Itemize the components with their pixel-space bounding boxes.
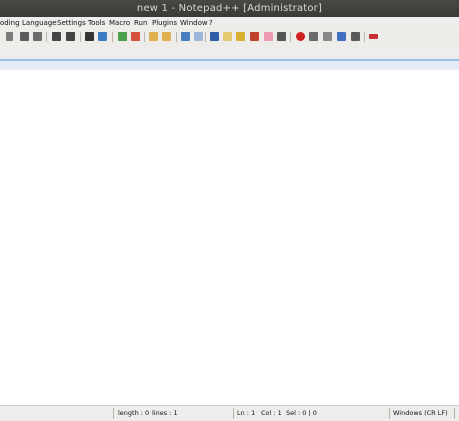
word-wrap-icon[interactable] bbox=[181, 32, 190, 41]
toolbar-separator bbox=[46, 32, 47, 42]
menu-window[interactable]: Window bbox=[180, 17, 208, 30]
copy-icon[interactable] bbox=[20, 32, 29, 41]
folder-workspace-icon[interactable] bbox=[250, 32, 259, 41]
status-col: Col : 1 bbox=[261, 409, 282, 417]
play-macro-icon[interactable] bbox=[309, 32, 318, 41]
save-macro-icon[interactable] bbox=[337, 32, 346, 41]
redo-icon[interactable] bbox=[66, 32, 75, 41]
menu-settings[interactable]: Settings bbox=[57, 17, 86, 30]
doc-map-icon[interactable] bbox=[223, 32, 232, 41]
function-list-icon[interactable] bbox=[236, 32, 245, 41]
toolbar-separator bbox=[290, 32, 291, 42]
sync-h-icon[interactable] bbox=[162, 32, 171, 41]
tab-strip bbox=[0, 44, 459, 59]
spell-check-icon[interactable] bbox=[351, 32, 360, 41]
menu-plugins[interactable]: Plugins bbox=[152, 17, 177, 30]
status-eol[interactable]: Windows (CR LF) bbox=[389, 408, 448, 419]
zoom-out-icon[interactable] bbox=[131, 32, 140, 41]
toolbar-separator bbox=[80, 32, 81, 42]
status-sel: Sel : 0 | 0 bbox=[286, 409, 317, 417]
toolbar-separator bbox=[112, 32, 113, 42]
zoom-in-icon[interactable] bbox=[118, 32, 127, 41]
abc-icon[interactable] bbox=[369, 34, 378, 39]
toolbar-separator bbox=[364, 32, 365, 42]
show-all-chars-icon[interactable] bbox=[194, 32, 203, 41]
menu-language[interactable]: Language bbox=[22, 17, 57, 30]
status-ln: Ln : 1 bbox=[233, 408, 255, 419]
text-editor[interactable] bbox=[0, 70, 459, 405]
menu-help[interactable]: ? bbox=[209, 17, 213, 30]
status-encoding-segment[interactable] bbox=[454, 408, 459, 419]
window-title: new 1 - Notepad++ [Administrator] bbox=[136, 3, 323, 14]
toolbar-separator bbox=[176, 32, 177, 42]
menu-macro[interactable]: Macro bbox=[109, 17, 130, 30]
toolbar-separator bbox=[205, 32, 206, 42]
menu-run[interactable]: Run bbox=[134, 17, 147, 30]
status-bar: length : 0 lines : 1 Ln : 1 Col : 1 Sel … bbox=[0, 405, 459, 421]
status-length: length : 0 bbox=[113, 408, 149, 419]
menu-encoding[interactable]: oding bbox=[0, 17, 20, 30]
stop-record-icon[interactable] bbox=[296, 32, 305, 41]
cut-icon[interactable] bbox=[6, 32, 13, 41]
undo-icon[interactable] bbox=[52, 32, 61, 41]
find-icon[interactable] bbox=[85, 32, 94, 41]
toolbar-separator bbox=[144, 32, 145, 42]
paste-icon[interactable] bbox=[33, 32, 42, 41]
editor-header-band bbox=[0, 61, 459, 70]
title-bar: new 1 - Notepad++ [Administrator] bbox=[0, 0, 459, 17]
run-macro-multiple-icon[interactable] bbox=[323, 32, 332, 41]
menu-tools[interactable]: Tools bbox=[88, 17, 105, 30]
sync-v-icon[interactable] bbox=[149, 32, 158, 41]
status-lines: lines : 1 bbox=[152, 409, 178, 417]
menu-bar: oding Language Settings Tools Macro Run … bbox=[0, 17, 459, 31]
toolbar bbox=[0, 30, 459, 44]
monitoring-icon[interactable] bbox=[264, 32, 273, 41]
record-macro-icon[interactable] bbox=[277, 32, 286, 41]
replace-icon[interactable] bbox=[98, 32, 107, 41]
indent-guide-icon[interactable] bbox=[210, 32, 219, 41]
